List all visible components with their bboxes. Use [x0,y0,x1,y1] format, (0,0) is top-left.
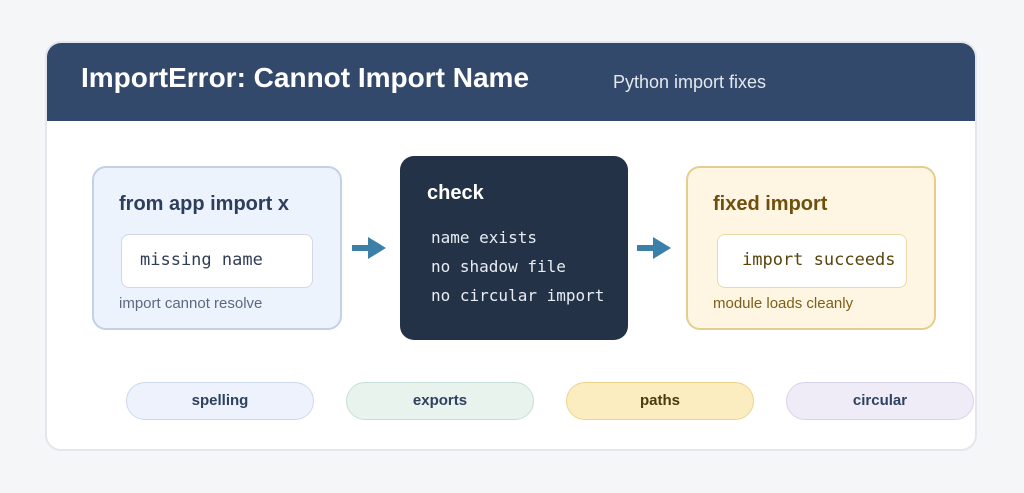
header-bar: ImportError: Cannot Import Name Python i… [47,43,975,121]
arrow-right-icon [637,237,671,259]
page-title: ImportError: Cannot Import Name [81,62,530,93]
check-item: no shadow file [431,257,566,276]
check-heading: check [427,182,484,204]
check-item: name exists [431,228,537,247]
tag-paths: paths [566,382,754,420]
tag-circular: circular [786,382,974,420]
fix-heading: fixed import [713,193,828,215]
problem-box: from app import x missing name import ca… [92,166,342,330]
page-subtitle: Python import fixes [613,72,767,92]
arrow-right-icon [352,237,386,259]
problem-code: missing name [121,234,313,288]
diagram-card: ImportError: Cannot Import Name Python i… [45,41,977,451]
problem-heading: from app import x [119,193,290,215]
tag-exports: exports [346,382,534,420]
check-box: check name exists no shadow file no circ… [400,156,628,340]
fix-code: import succeeds [717,234,907,288]
fix-box: fixed import import succeeds module load… [686,166,936,330]
problem-note: import cannot resolve [119,295,263,312]
fix-note: module loads cleanly [713,295,854,312]
check-item: no circular import [431,286,605,305]
tag-spelling: spelling [126,382,314,420]
